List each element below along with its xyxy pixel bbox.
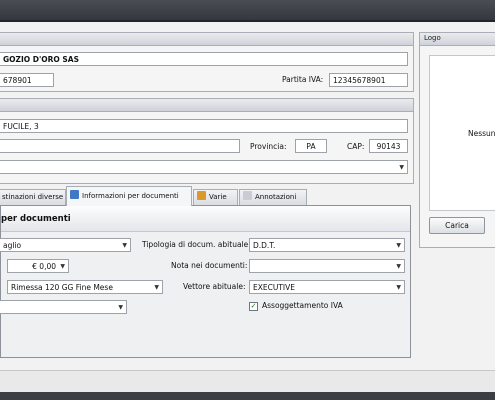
payment-value: aglio [3,241,22,250]
logo-preview: Nessun [429,55,495,211]
tab-alternate-destinations[interactable]: stinazioni diverse [0,189,66,205]
chevron-down-icon: ▼ [122,242,127,249]
province-field[interactable]: PA [295,139,327,153]
logo-group-header: Logo [420,33,495,46]
tab-misc[interactable]: Varie [193,189,238,205]
document-icon [70,190,79,199]
iva-checkbox[interactable]: ✓ [249,302,258,311]
tab-document-info[interactable]: Informazioni per documenti [66,186,192,206]
extra-select[interactable]: ▼ [0,300,127,314]
logo-group-title: Logo [424,34,441,42]
payment-terms-select[interactable]: Rimessa 120 GG Fine Mese ▼ [7,280,163,294]
carrier-label: Vettore abituale: [183,282,246,291]
tab-label: Informazioni per documenti [82,192,179,200]
panel-title: per documenti [1,214,71,224]
address-group-header [0,99,413,112]
doc-type-select[interactable]: D.D.T. ▼ [249,238,405,252]
amount-field[interactable]: € 0,00 ▼ [7,259,69,273]
tab-label: Varie [209,193,227,201]
form-area: GOZIO D'ORO SAS 678901 Partita IVA: 1234… [0,22,495,370]
province-label: Provincia: [250,142,287,151]
tab-label: Annotazioni [255,193,297,201]
address-group: FUCILE, 3 Provincia: PA CAP: 90143 ▼ [0,98,414,184]
doc-type-label: Tipologia di docum. abituale: [142,240,251,249]
doc-note-label: Nota nei documenti: [171,261,248,270]
country-select[interactable]: ▼ [0,160,408,174]
tax-code-field[interactable]: 678901 [0,73,54,87]
chevron-down-icon: ▼ [399,164,404,171]
tab-label: stinazioni diverse [2,193,64,201]
carrier-select[interactable]: EXECUTIVE ▼ [249,280,405,294]
logo-placeholder-text: Nessun [468,129,495,138]
document-info-panel: per documenti aglio ▼ € 0,00 ▼ Rimessa 1… [0,205,411,358]
company-name-field[interactable]: GOZIO D'ORO SAS [0,52,408,66]
payment-terms-value: Rimessa 120 GG Fine Mese [11,283,113,292]
vat-label: Partita IVA: [282,75,324,84]
chevron-down-icon: ▼ [118,304,123,311]
chevron-down-icon: ▼ [60,263,65,270]
panel-header: per documenti [1,206,410,232]
company-group-header [0,33,413,46]
pencil-icon [243,191,252,200]
load-logo-button[interactable]: Carica [429,217,485,234]
street-field[interactable]: FUCILE, 3 [0,119,408,133]
logo-group: Logo Nessun Carica [419,32,495,248]
payment-select[interactable]: aglio ▼ [0,238,131,252]
doc-note-select[interactable]: ▼ [249,259,405,273]
chevron-down-icon: ▼ [396,263,401,270]
tab-notes[interactable]: Annotazioni [239,189,307,205]
carrier-value: EXECUTIVE [253,283,296,292]
box-icon [197,191,206,200]
amount-value: € 0,00 [32,262,56,271]
chevron-down-icon: ▼ [396,242,401,249]
cap-field[interactable]: 90143 [369,139,408,153]
bottom-bar [0,392,495,400]
chevron-down-icon: ▼ [154,284,159,291]
chevron-down-icon: ▼ [396,284,401,291]
cap-label: CAP: [347,142,365,151]
window-titlebar [0,0,495,20]
checkmark-icon: ✓ [250,302,257,310]
city-field[interactable] [0,139,240,153]
doc-type-value: D.D.T. [253,241,276,250]
vat-field[interactable]: 12345678901 [329,73,408,87]
status-bar [0,370,495,392]
iva-label: Assoggettamento IVA [262,301,343,310]
company-group: GOZIO D'ORO SAS 678901 Partita IVA: 1234… [0,32,414,92]
